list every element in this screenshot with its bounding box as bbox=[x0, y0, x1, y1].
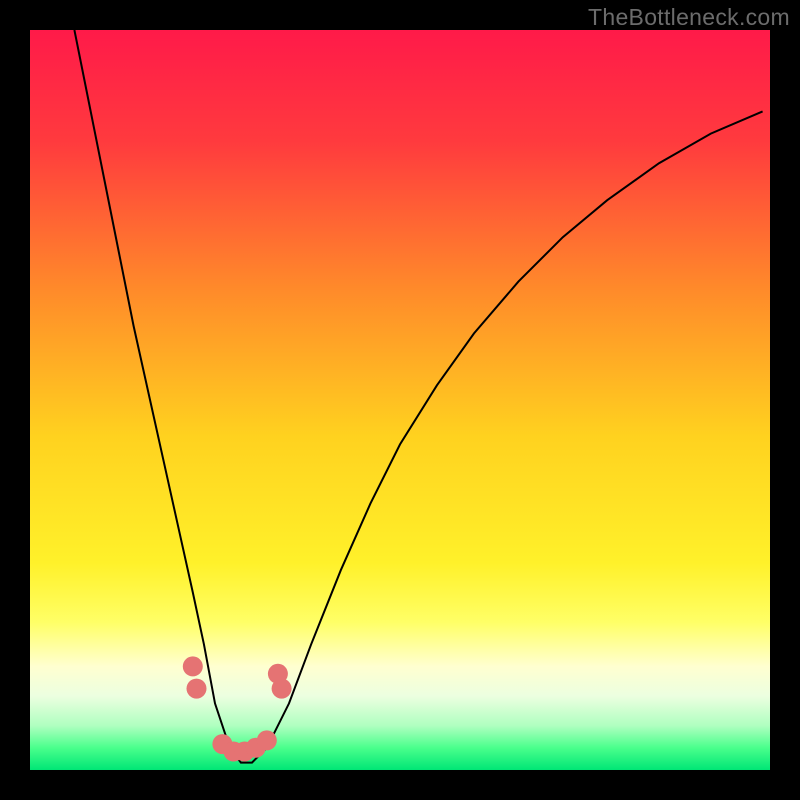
marker-dot bbox=[187, 679, 207, 699]
marker-dot bbox=[268, 664, 288, 684]
chart-frame: TheBottleneck.com bbox=[0, 0, 800, 800]
marker-dot bbox=[183, 656, 203, 676]
watermark-text: TheBottleneck.com bbox=[588, 4, 790, 31]
marker-dot bbox=[257, 730, 277, 750]
plot-background bbox=[30, 30, 770, 770]
chart-svg bbox=[30, 30, 770, 770]
